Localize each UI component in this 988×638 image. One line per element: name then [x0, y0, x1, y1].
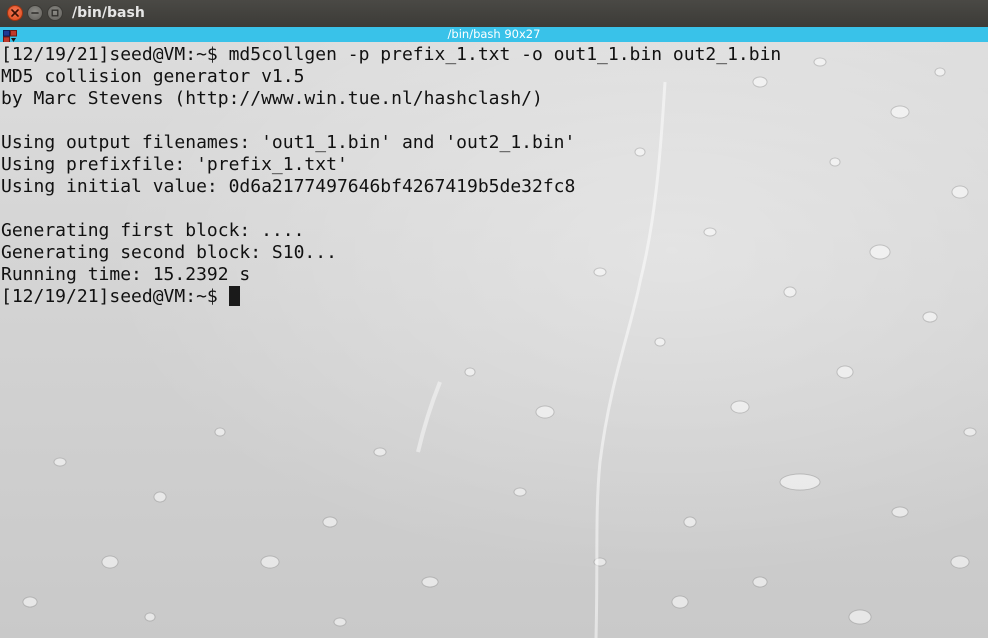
terminal-tab-bar: /bin/bash 90x27: [0, 27, 988, 43]
terminal-line: [12/19/21]seed@VM:~$ md5collgen -p prefi…: [1, 44, 782, 65]
terminal-line: Using output filenames: 'out1_1.bin' and…: [1, 132, 576, 153]
minimize-button[interactable]: [27, 5, 43, 21]
terminal-prompt: [12/19/21]seed@VM:~$: [1, 286, 229, 307]
terminal-line: Running time: 15.2392 s: [1, 264, 251, 285]
terminal-line: Generating second block: S10...: [1, 242, 337, 263]
close-icon: [11, 9, 19, 17]
maximize-button[interactable]: [47, 5, 63, 21]
tab-title[interactable]: /bin/bash 90x27: [0, 27, 988, 42]
window-titlebar[interactable]: /bin/bash: [0, 0, 988, 27]
terminal-text: [12/19/21]seed@VM:~$ md5collgen -p prefi…: [1, 44, 781, 308]
text-cursor: [228, 286, 240, 306]
terminal-line: Generating first block: ....: [1, 220, 305, 241]
terminal-line: by Marc Stevens (http://www.win.tue.nl/h…: [1, 88, 543, 109]
terminal-output-area[interactable]: [12/19/21]seed@VM:~$ md5collgen -p prefi…: [0, 42, 988, 638]
terminal-line: Using initial value: 0d6a2177497646bf426…: [1, 176, 576, 197]
terminal-line: MD5 collision generator v1.5: [1, 66, 305, 87]
terminal-prompt-line[interactable]: [12/19/21]seed@VM:~$: [1, 286, 781, 308]
window-title: /bin/bash: [72, 5, 145, 21]
minimize-icon: [31, 9, 39, 17]
close-button[interactable]: [7, 5, 23, 21]
terminal-line: Using prefixfile: 'prefix_1.txt': [1, 154, 348, 175]
maximize-icon: [51, 9, 59, 17]
